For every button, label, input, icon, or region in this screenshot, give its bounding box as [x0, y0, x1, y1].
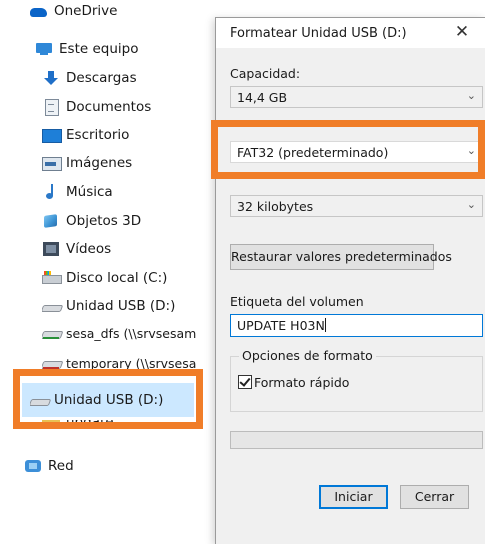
quick-format-option[interactable]: Formato rápido — [238, 374, 349, 390]
nav-item-network-drive-sesa[interactable]: sesa_dfs (\\srvsesam — [42, 322, 218, 344]
music-icon — [42, 184, 60, 200]
usb-drive-icon — [42, 298, 60, 314]
nav-item-images[interactable]: Imágenes — [42, 152, 132, 174]
capacity-value: 14,4 GB — [237, 90, 288, 105]
nav-item-this-pc[interactable]: Este equipo — [35, 38, 138, 60]
highlight-box-file-system — [211, 120, 485, 179]
nav-item-downloads[interactable]: Descargas — [42, 67, 137, 89]
quick-format-label: Formato rápido — [254, 374, 350, 390]
nav-item-desktop[interactable]: Escritorio — [42, 124, 129, 146]
nav-item-documents[interactable]: Documentos — [42, 96, 151, 118]
format-dialog: Formatear Unidad USB (D:) ✕ Capacidad: 1… — [215, 17, 485, 544]
documents-icon — [42, 99, 60, 116]
nav-item-label: Vídeos — [66, 241, 112, 257]
videos-icon — [42, 241, 60, 257]
nav-item-label: Red — [48, 458, 74, 474]
desktop-icon — [42, 127, 62, 143]
download-icon — [42, 70, 60, 86]
volume-label-value: UPDATE H03N — [237, 318, 325, 333]
nav-item-label: Documentos — [66, 99, 152, 115]
chevron-down-icon: ⌄ — [466, 89, 476, 102]
this-pc-icon — [35, 41, 53, 57]
nav-item-local-disk[interactable]: Disco local (C:) — [42, 267, 167, 289]
nav-item-label: OneDrive — [54, 3, 118, 19]
nav-item-music[interactable]: Música — [42, 181, 113, 203]
nav-item-3d-objects[interactable]: Objetos 3D — [42, 210, 141, 232]
navigation-pane: OneDrive Este equipo Descargas Documento… — [0, 0, 218, 544]
volume-label-label: Etiqueta del volumen — [230, 294, 364, 309]
format-options-group: Opciones de formato Formato rápido — [230, 348, 483, 412]
format-progress-bar — [230, 431, 483, 449]
nav-item-label: Unidad USB (D:) — [66, 298, 176, 314]
nav-item-label: Disco local (C:) — [66, 270, 168, 286]
allocation-unit-select[interactable]: 32 kilobytes ⌄ — [230, 195, 483, 217]
volume-label-input[interactable]: UPDATE H03N — [230, 314, 483, 337]
quick-format-checkbox[interactable] — [238, 375, 252, 389]
restore-defaults-button[interactable]: Restaurar valores predeterminados — [230, 244, 452, 270]
nav-item-label: Música — [66, 184, 113, 200]
onedrive-icon — [30, 3, 48, 19]
local-disk-icon — [42, 270, 62, 286]
format-options-label: Opciones de formato — [239, 348, 376, 363]
nav-item-label: Imágenes — [66, 155, 133, 171]
allocation-unit-value: 32 kilobytes — [237, 199, 314, 214]
highlight-box-usb-drive — [13, 369, 203, 429]
text-caret — [324, 318, 326, 332]
dialog-title: Formatear Unidad USB (D:) — [230, 26, 407, 41]
capacity-select[interactable]: 14,4 GB ⌄ — [230, 86, 483, 108]
nav-item-usb-drive[interactable]: Unidad USB (D:) — [42, 295, 175, 317]
nav-item-label: Este equipo — [59, 41, 139, 57]
nav-item-label: sesa_dfs (\\srvsesam — [66, 325, 197, 341]
chevron-down-icon: ⌄ — [466, 198, 476, 211]
3d-objects-icon — [42, 213, 60, 229]
nav-item-label: Objetos 3D — [66, 213, 142, 229]
nav-item-network[interactable]: Red — [24, 455, 74, 477]
network-icon — [24, 458, 42, 474]
start-button[interactable]: Iniciar — [319, 485, 388, 509]
network-drive-icon — [42, 325, 60, 341]
capacity-label: Capacidad: — [230, 66, 301, 81]
images-icon — [42, 155, 62, 171]
nav-item-videos[interactable]: Vídeos — [42, 238, 111, 260]
nav-item-label: Escritorio — [66, 127, 130, 143]
nav-item-label: Descargas — [66, 70, 137, 86]
close-icon[interactable]: ✕ — [452, 22, 472, 42]
close-button[interactable]: Cerrar — [400, 485, 469, 509]
nav-item-onedrive[interactable]: OneDrive — [30, 2, 117, 20]
dialog-titlebar: Formatear Unidad USB (D:) ✕ — [216, 18, 485, 48]
